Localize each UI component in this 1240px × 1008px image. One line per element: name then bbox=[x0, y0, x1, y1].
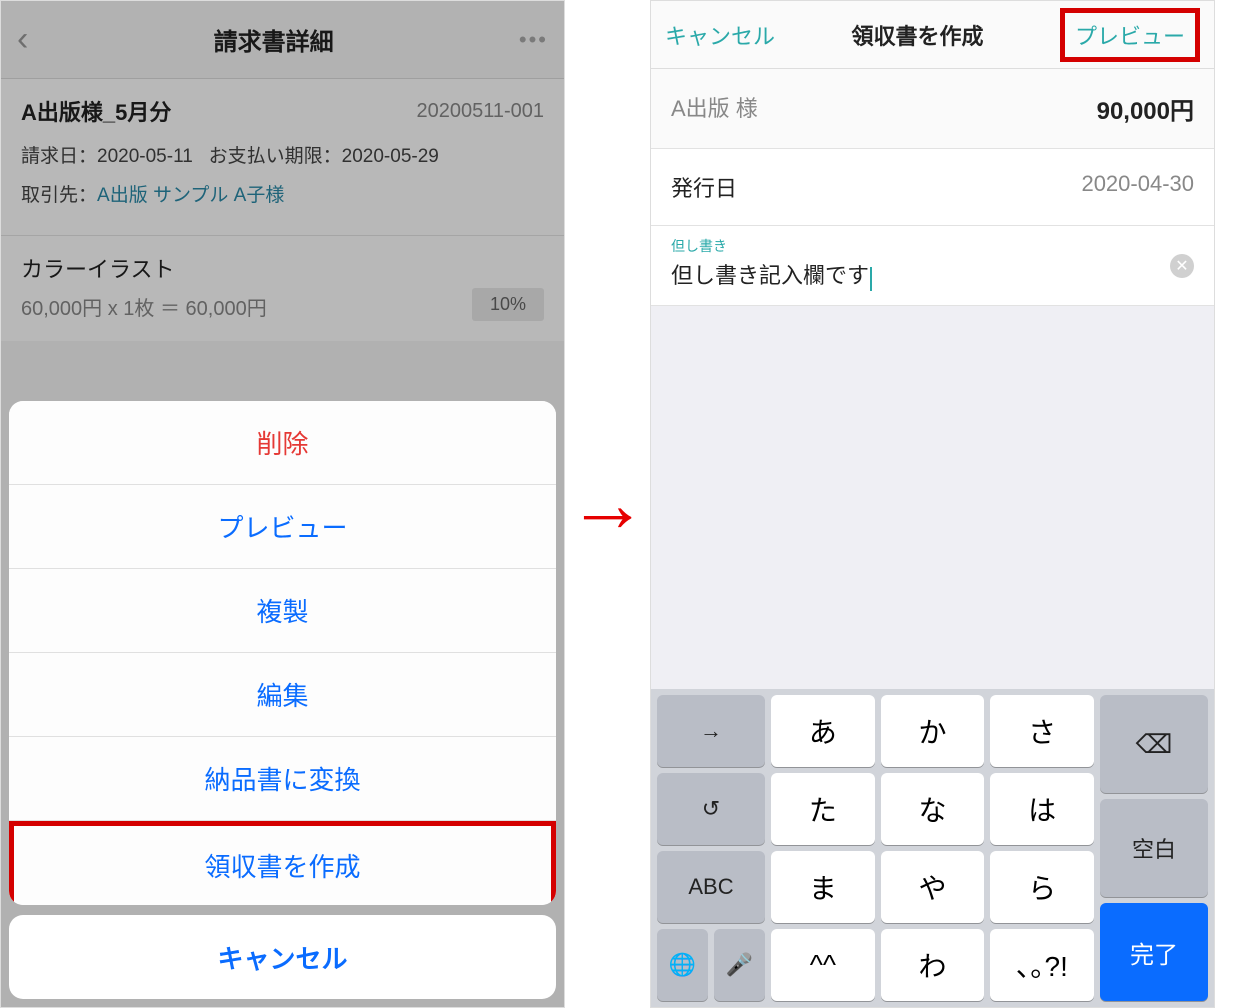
right-title: 領収書を作成 bbox=[851, 19, 983, 51]
key-sa[interactable]: さ bbox=[990, 695, 1094, 767]
issue-date-label: 発行日 bbox=[671, 171, 737, 203]
arrow-gap: → bbox=[565, 0, 650, 1008]
receipt-summary: A出版 様 90,000円 bbox=[651, 69, 1214, 149]
key-ta[interactable]: た bbox=[771, 773, 875, 845]
preview-button-highlight: プレビュー bbox=[1060, 8, 1200, 62]
key-ra[interactable]: ら bbox=[990, 851, 1094, 923]
key-done[interactable]: 完了 bbox=[1100, 903, 1208, 1001]
key-ma[interactable]: ま bbox=[771, 851, 875, 923]
memo-row[interactable]: 但し書き 但し書き記入欄です ✕ bbox=[651, 226, 1214, 306]
sheet-cancel[interactable]: キャンセル bbox=[9, 915, 556, 999]
sheet-convert[interactable]: 納品書に変換 bbox=[9, 737, 556, 821]
issue-date-value: 2020-04-30 bbox=[1081, 171, 1194, 203]
receipt-amount: 90,000円 bbox=[1097, 91, 1194, 126]
sheet-create-receipt[interactable]: 領収書を作成 bbox=[9, 821, 556, 905]
keyboard: → ↺ ABC 🌐 🎤 あ か さ た bbox=[651, 689, 1214, 1007]
memo-label: 但し書き bbox=[671, 236, 1194, 256]
key-face[interactable]: ^^ bbox=[771, 929, 875, 1001]
key-wa[interactable]: わ bbox=[881, 929, 985, 1001]
key-abc[interactable]: ABC bbox=[657, 851, 765, 923]
key-a[interactable]: あ bbox=[771, 695, 875, 767]
key-punct[interactable]: ､｡?! bbox=[990, 929, 1094, 1001]
left-screen: ‹ 請求書詳細 ••• A出版様_5月分 20200511-001 請求日：20… bbox=[0, 0, 565, 1008]
key-ka[interactable]: か bbox=[881, 695, 985, 767]
sheet-edit[interactable]: 編集 bbox=[9, 653, 556, 737]
key-backspace[interactable]: ⌫ bbox=[1100, 695, 1208, 793]
memo-input[interactable]: 但し書き記入欄です bbox=[671, 263, 869, 288]
key-space[interactable]: 空白 bbox=[1100, 799, 1208, 897]
key-na[interactable]: な bbox=[881, 773, 985, 845]
action-sheet: 削除 プレビュー 複製 編集 納品書に変換 領収書を作成 キャンセル bbox=[9, 401, 556, 999]
key-globe[interactable]: 🌐 bbox=[657, 929, 708, 1001]
sheet-preview[interactable]: プレビュー bbox=[9, 485, 556, 569]
clear-icon[interactable]: ✕ bbox=[1170, 254, 1194, 278]
key-mic[interactable]: 🎤 bbox=[714, 929, 765, 1001]
right-screen: キャンセル 領収書を作成 プレビュー A出版 様 90,000円 発行日 202… bbox=[650, 0, 1215, 1008]
key-ya[interactable]: や bbox=[881, 851, 985, 923]
key-ha[interactable]: は bbox=[990, 773, 1094, 845]
text-cursor bbox=[870, 267, 872, 291]
key-tab[interactable]: → bbox=[657, 695, 765, 767]
issue-date-row[interactable]: 発行日 2020-04-30 bbox=[651, 149, 1214, 226]
key-undo[interactable]: ↺ bbox=[657, 773, 765, 845]
sheet-duplicate[interactable]: 複製 bbox=[9, 569, 556, 653]
arrow-icon: → bbox=[568, 458, 648, 550]
recipient-name: A出版 様 bbox=[671, 91, 758, 126]
cancel-button[interactable]: キャンセル bbox=[665, 19, 775, 51]
preview-button[interactable]: プレビュー bbox=[1075, 24, 1185, 49]
sheet-delete[interactable]: 削除 bbox=[9, 401, 556, 485]
backspace-icon: ⌫ bbox=[1136, 729, 1173, 760]
right-header: キャンセル 領収書を作成 プレビュー bbox=[651, 1, 1214, 69]
